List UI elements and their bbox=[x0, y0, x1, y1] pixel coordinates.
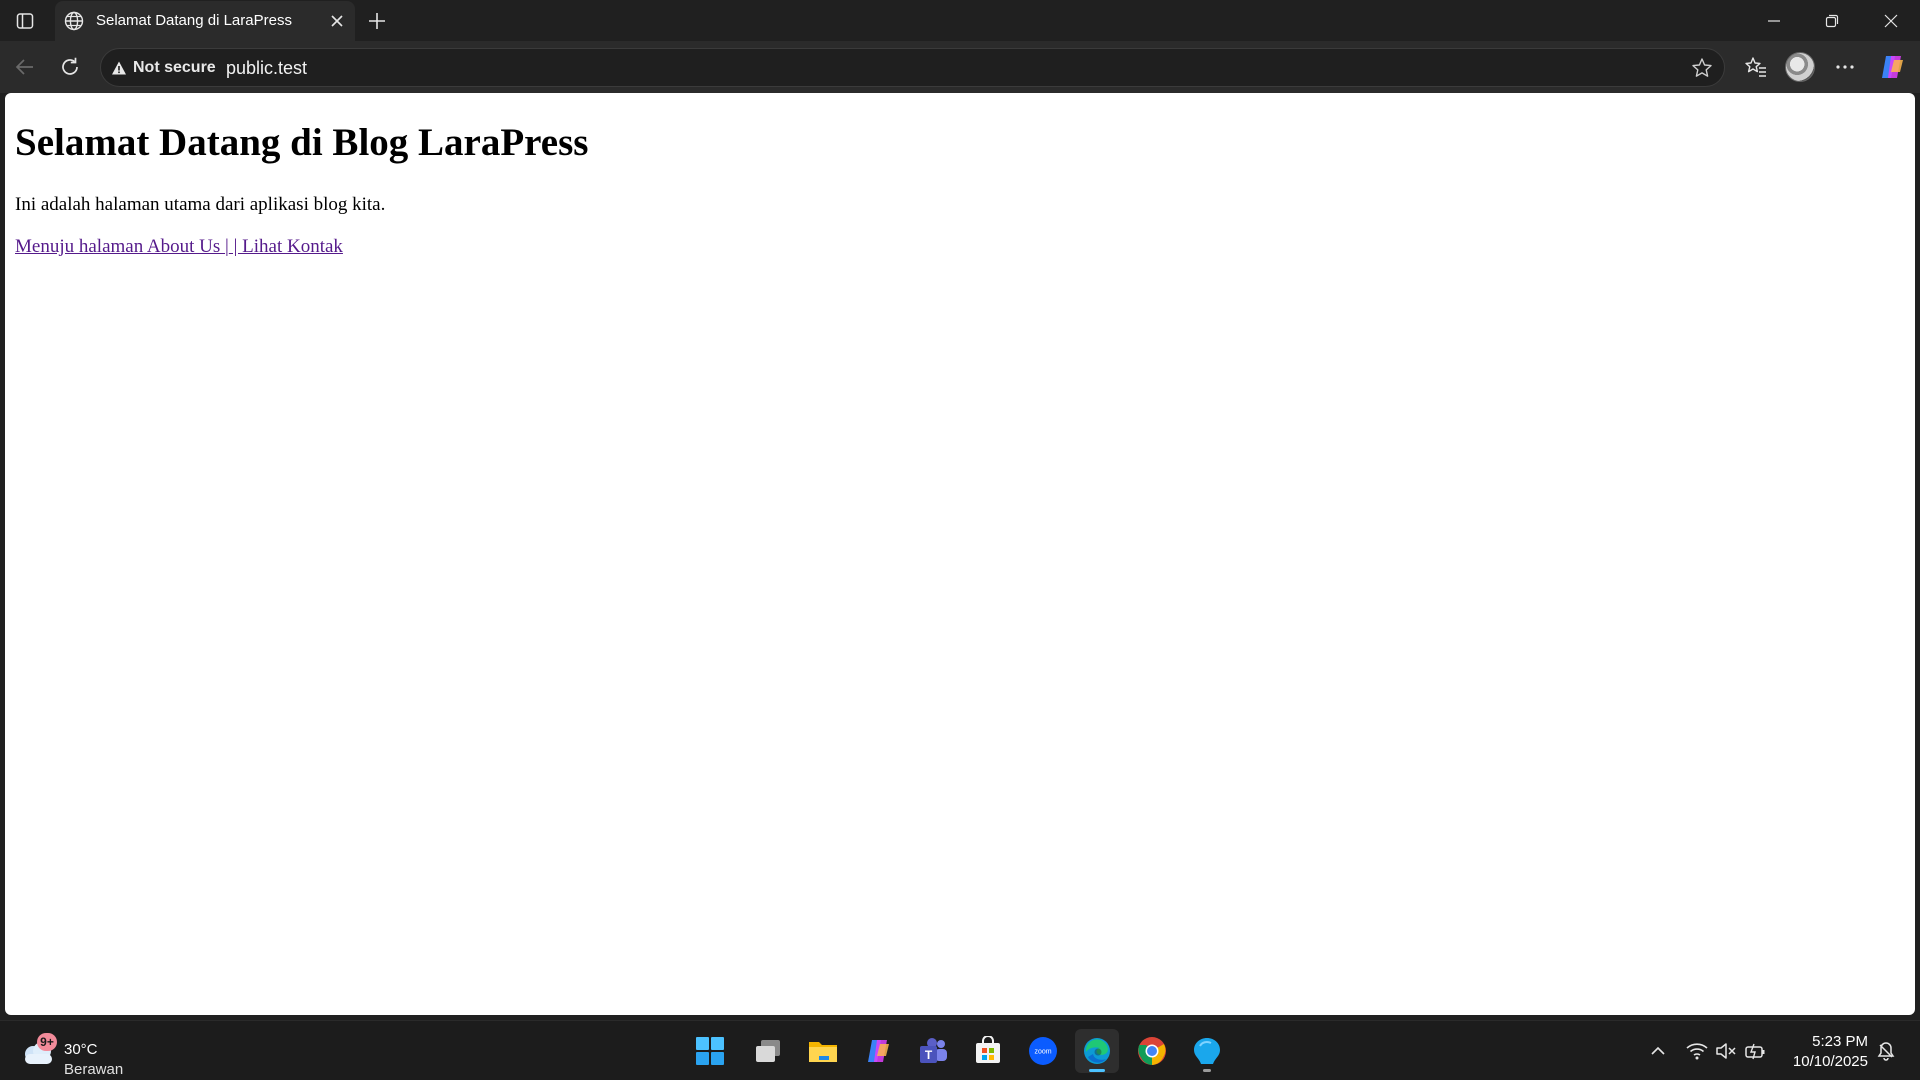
site-info-button[interactable]: Not secure bbox=[111, 56, 216, 80]
app-icon[interactable] bbox=[1185, 1029, 1229, 1073]
active-indicator bbox=[1089, 1069, 1105, 1072]
weather-condition: Berawan bbox=[64, 1061, 124, 1078]
weather-widget[interactable]: 9+ 30°C Berawan bbox=[20, 1030, 140, 1078]
warning-icon bbox=[112, 61, 126, 75]
back-arrow-icon[interactable] bbox=[8, 50, 42, 84]
speaker-muted-icon[interactable] bbox=[1714, 1039, 1738, 1063]
svg-text:T: T bbox=[925, 1048, 933, 1062]
security-label: Not secure bbox=[133, 59, 216, 76]
task-view-icon[interactable] bbox=[746, 1029, 790, 1073]
minimize-icon[interactable] bbox=[1745, 0, 1803, 41]
running-indicator bbox=[1203, 1069, 1211, 1072]
tab-title: Selamat Datang di LaraPress bbox=[96, 12, 292, 29]
favorites-icon[interactable] bbox=[1739, 50, 1773, 84]
copilot-icon[interactable] bbox=[856, 1029, 900, 1073]
teams-icon[interactable]: T bbox=[911, 1029, 955, 1073]
close-window-icon[interactable] bbox=[1862, 0, 1920, 41]
globe-icon bbox=[63, 10, 85, 32]
restore-icon[interactable] bbox=[1803, 0, 1861, 41]
taskbar: 9+ 30°C Berawan T zoom 5:23 PM 10/10/202… bbox=[0, 1020, 1920, 1080]
page-title: Selamat Datang di Blog LaraPress bbox=[15, 121, 589, 164]
weather-temperature: 30°C bbox=[64, 1041, 98, 1058]
close-tab-icon[interactable] bbox=[327, 11, 347, 31]
zoom-icon[interactable]: zoom bbox=[1021, 1029, 1065, 1073]
contact-link[interactable]: | Lihat Kontak bbox=[229, 236, 343, 257]
url-text[interactable]: public.test bbox=[226, 58, 307, 79]
address-bar[interactable]: Not secure public.test bbox=[100, 48, 1725, 87]
edge-icon[interactable] bbox=[1075, 1029, 1119, 1073]
web-page-viewport: Selamat Datang di Blog LaraPress Ini ada… bbox=[5, 93, 1915, 1015]
tab-bar: Selamat Datang di LaraPress bbox=[0, 0, 1920, 41]
clock-time: 5:23 PM bbox=[1812, 1033, 1868, 1050]
refresh-icon[interactable] bbox=[53, 50, 87, 84]
nav-links: Menuju halaman About Us | | Lihat Kontak bbox=[15, 236, 343, 258]
chrome-icon[interactable] bbox=[1130, 1029, 1174, 1073]
browser-tab[interactable]: Selamat Datang di LaraPress bbox=[55, 1, 355, 41]
sidebar-toggle-icon[interactable] bbox=[10, 8, 40, 34]
notification-bell-icon[interactable] bbox=[1874, 1039, 1898, 1063]
clock-date: 10/10/2025 bbox=[1792, 1053, 1868, 1070]
intro-paragraph: Ini adalah halaman utama dari aplikasi b… bbox=[15, 194, 386, 215]
favorite-star-icon[interactable] bbox=[1690, 56, 1714, 80]
microsoft-store-icon[interactable] bbox=[966, 1029, 1010, 1073]
file-explorer-icon[interactable] bbox=[801, 1029, 845, 1073]
browser-toolbar: Not secure public.test bbox=[0, 41, 1920, 93]
start-icon[interactable] bbox=[688, 1029, 732, 1073]
copilot-sidebar-icon[interactable] bbox=[1875, 50, 1909, 84]
profile-avatar[interactable] bbox=[1785, 52, 1815, 82]
zoom-label: zoom bbox=[1034, 1049, 1051, 1056]
more-options-icon[interactable] bbox=[1828, 50, 1862, 84]
chevron-up-icon[interactable] bbox=[1646, 1039, 1670, 1063]
battery-icon[interactable] bbox=[1743, 1039, 1767, 1063]
about-us-link[interactable]: Menuju halaman About Us bbox=[15, 236, 225, 257]
wifi-icon[interactable] bbox=[1685, 1039, 1709, 1063]
notification-badge: 9+ bbox=[37, 1033, 57, 1051]
clock[interactable]: 5:23 PM 10/10/2025 bbox=[1782, 1032, 1868, 1072]
new-tab-icon[interactable] bbox=[364, 8, 390, 34]
